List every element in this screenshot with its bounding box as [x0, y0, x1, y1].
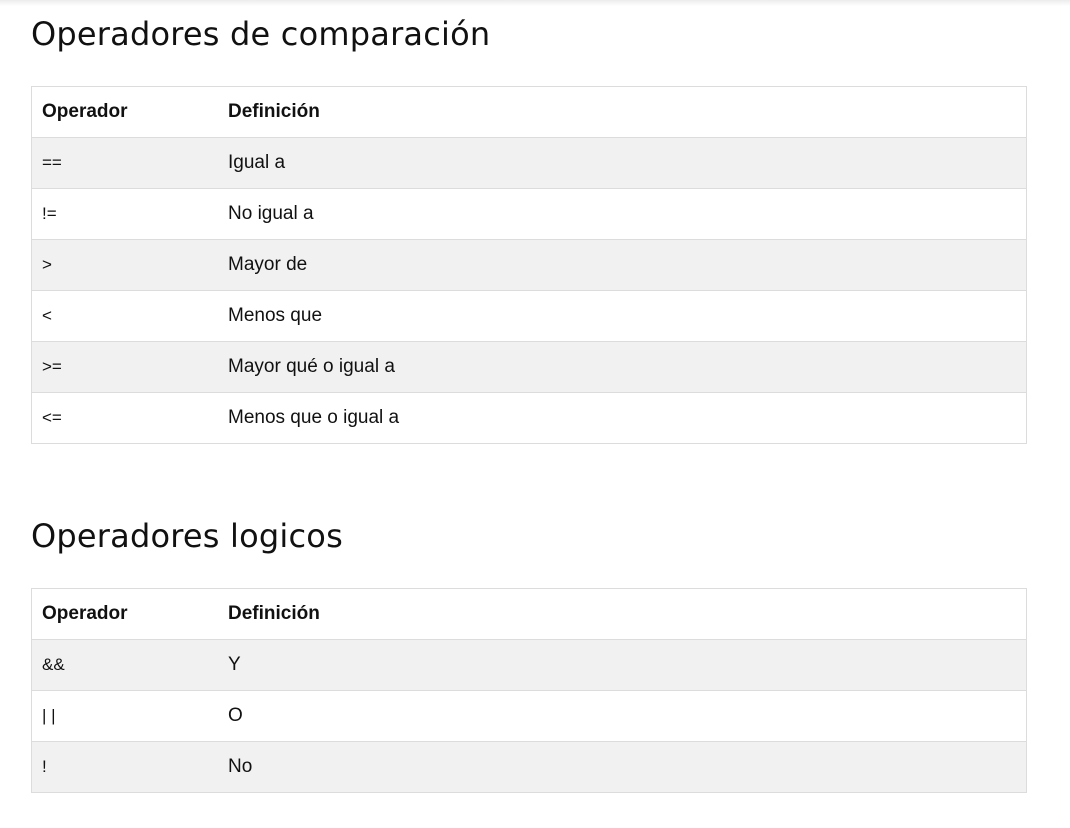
operator-cell: != [31, 188, 218, 240]
definition-cell: Menos que [218, 290, 1027, 342]
operator-cell: < [31, 290, 218, 342]
column-header-operator: Operador [31, 588, 218, 640]
table-row: >= Mayor qué o igual a [31, 341, 1027, 393]
operator-cell: == [31, 137, 218, 189]
operator-cell: <= [31, 392, 218, 444]
column-header-definition: Definición [218, 588, 1027, 640]
definition-cell: Mayor qué o igual a [218, 341, 1027, 393]
logical-operators-table: Operador Definición && Y | | O ! No [31, 588, 1027, 793]
comparison-operators-section: Operadores de comparación Operador Defin… [31, 14, 1027, 444]
comparison-operators-heading: Operadores de comparación [31, 15, 491, 53]
operator-cell: > [31, 239, 218, 291]
operator-cell: >= [31, 341, 218, 393]
comparison-operators-table: Operador Definición == Igual a != No igu… [31, 86, 1027, 444]
table-row: != No igual a [31, 188, 1027, 240]
definition-cell: No [218, 741, 1027, 793]
table-row: < Menos que [31, 290, 1027, 342]
table-header-row: Operador Definición [31, 86, 1027, 138]
table-row: > Mayor de [31, 239, 1027, 291]
column-header-definition: Definición [218, 86, 1027, 138]
logical-operators-heading: Operadores logicos [31, 517, 343, 555]
operator-cell: && [31, 639, 218, 691]
operator-cell: ! [31, 741, 218, 793]
table-header-row: Operador Definición [31, 588, 1027, 640]
definition-cell: Mayor de [218, 239, 1027, 291]
table-row: == Igual a [31, 137, 1027, 189]
table-row: ! No [31, 741, 1027, 793]
definition-cell: Igual a [218, 137, 1027, 189]
table-row: | | O [31, 690, 1027, 742]
operator-cell: | | [31, 690, 218, 742]
logical-operators-section: Operadores logicos Operador Definición &… [31, 516, 1027, 793]
table-row: <= Menos que o igual a [31, 392, 1027, 444]
definition-cell: O [218, 690, 1027, 742]
definition-cell: Menos que o igual a [218, 392, 1027, 444]
table-row: && Y [31, 639, 1027, 691]
top-shadow [0, 0, 1070, 6]
definition-cell: Y [218, 639, 1027, 691]
definition-cell: No igual a [218, 188, 1027, 240]
column-header-operator: Operador [31, 86, 218, 138]
